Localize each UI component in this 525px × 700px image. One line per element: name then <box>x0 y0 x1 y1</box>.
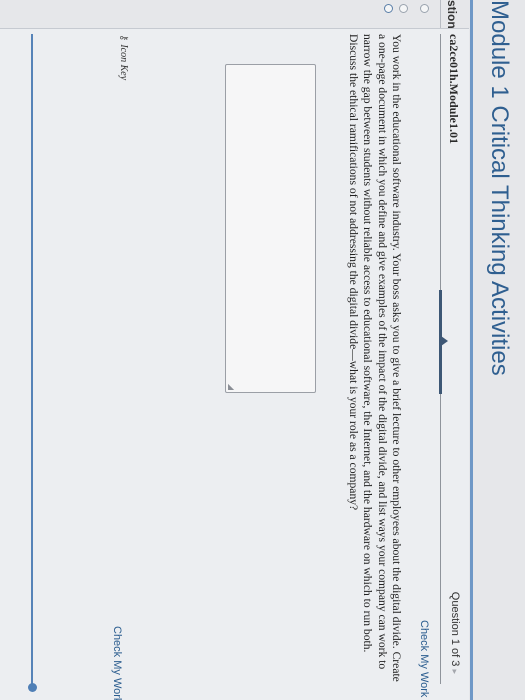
question-counter[interactable]: Question 1 of 3 ▸ <box>449 592 461 674</box>
answer-textarea[interactable]: ◢ <box>225 64 316 393</box>
resize-grip-icon[interactable]: ◢ <box>227 384 236 390</box>
icon-key[interactable]: ⚷ Icon Key <box>118 34 129 80</box>
question-counter-text: Question 1 of 3 <box>449 591 461 667</box>
next-question-icon[interactable]: ▸ <box>450 669 460 674</box>
check-my-work-bottom-link[interactable]: Check My Work <box>111 626 123 700</box>
progress-handle[interactable] <box>28 683 37 692</box>
title-underline <box>470 0 473 700</box>
rotated-screen: Module 1 Critical Thinking Activities st… <box>0 0 525 700</box>
progress-track <box>31 34 33 689</box>
question-radio-2[interactable] <box>399 4 408 13</box>
question-header-pointer-icon <box>441 336 448 346</box>
question-header: ca2ce01h.Module1.01 Question 1 of 3 ▸ <box>441 34 461 674</box>
question-prompt: You work in the educational software ind… <box>346 34 403 682</box>
icon-key-label: Icon Key <box>118 44 129 81</box>
question-radio-3[interactable] <box>384 4 393 13</box>
page-title: Module 1 Critical Thinking Activities <box>486 0 513 376</box>
question-radio-1[interactable] <box>420 4 429 13</box>
questions-column-divider <box>440 0 441 28</box>
key-icon: ⚷ <box>118 34 129 42</box>
question-id: ca2ce01h.Module1.01 <box>447 34 461 144</box>
check-my-work-top-link[interactable]: Check My Work <box>418 620 430 697</box>
